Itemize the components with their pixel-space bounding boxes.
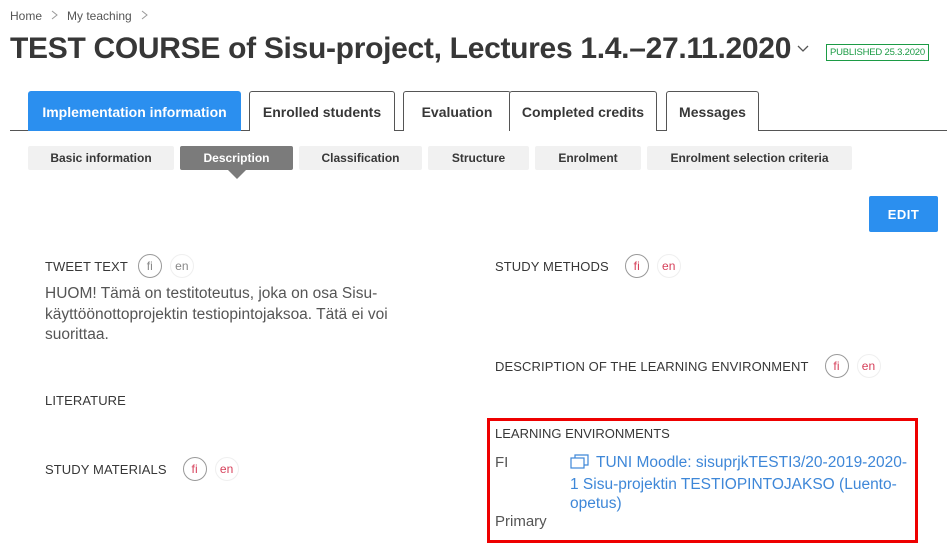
learning-environments-label: LEARNING ENVIRONMENTS [495, 426, 670, 441]
study-materials-label: STUDY MATERIALS [45, 461, 167, 477]
tab-completed-credits[interactable]: Completed credits [509, 91, 657, 131]
language-en-toggle[interactable]: en [169, 254, 194, 278]
tab-messages[interactable]: Messages [666, 91, 759, 131]
learning-environment-link[interactable]: TUNI Moodle: sisuprjkTESTI3/20-2019-2020… [570, 453, 915, 514]
breadcrumb-my-teaching[interactable]: My teaching [67, 9, 132, 23]
page-title: TEST COURSE of Sisu-project, Lectures 1.… [10, 32, 792, 65]
study-methods-field: STUDY METHODS fi en [495, 254, 681, 278]
chevron-right-icon [51, 9, 58, 23]
literature-label: LITERATURE [45, 393, 126, 408]
edit-button[interactable]: EDIT [869, 196, 938, 232]
learning-environment-description-label: DESCRIPTION OF THE LEARNING ENVIRONMENT [495, 358, 809, 374]
chevron-down-icon[interactable] [797, 42, 811, 56]
language-fi-toggle[interactable]: fi [182, 457, 207, 481]
learning-environment-primary: Primary [495, 513, 547, 530]
main-tabs: Implementation information Enrolled stud… [10, 91, 947, 131]
study-methods-label: STUDY METHODS [495, 258, 609, 274]
subtab-structure[interactable]: Structure [428, 146, 529, 170]
breadcrumb-home[interactable]: Home [10, 9, 42, 23]
subtab-description[interactable]: Description [180, 146, 293, 179]
status-badge: PUBLISHED 25.3.2020 [826, 44, 929, 61]
breadcrumb: Home My teaching [10, 9, 157, 23]
learning-environment-description-field: DESCRIPTION OF THE LEARNING ENVIRONMENT … [495, 354, 881, 378]
subtab-basic-information[interactable]: Basic information [28, 146, 174, 170]
language-en-toggle[interactable]: en [856, 354, 881, 378]
subtab-classification[interactable]: Classification [299, 146, 422, 170]
learning-environment-link-text: TUNI Moodle: sisuprjkTESTI3/20-2019-2020… [570, 454, 907, 512]
subtab-enrolment-selection-criteria[interactable]: Enrolment selection criteria [647, 146, 852, 170]
title-row: TEST COURSE of Sisu-project, Lectures 1.… [10, 32, 811, 66]
external-link-icon [570, 454, 590, 475]
tweet-text-value: HUOM! Tämä on testitoteutus, joka on osa… [45, 285, 388, 343]
language-en-toggle[interactable]: en [656, 254, 681, 278]
learning-environment-language: FI [495, 454, 509, 471]
language-fi-toggle[interactable]: fi [624, 254, 649, 278]
tab-enrolled-students[interactable]: Enrolled students [249, 91, 395, 131]
chevron-right-icon [141, 9, 148, 23]
language-fi-toggle[interactable]: fi [137, 254, 162, 278]
language-en-toggle[interactable]: en [214, 457, 239, 481]
tweet-text-label: TWEET TEXT [45, 258, 128, 274]
subtab-enrolment[interactable]: Enrolment [535, 146, 641, 170]
tweet-text-field: TWEET TEXT fi en [45, 254, 194, 278]
tab-implementation-information[interactable]: Implementation information [28, 91, 241, 131]
literature-field: LITERATURE [45, 393, 126, 408]
language-fi-toggle[interactable]: fi [824, 354, 849, 378]
tab-evaluation[interactable]: Evaluation [403, 91, 511, 131]
study-materials-field: STUDY MATERIALS fi en [45, 457, 239, 481]
